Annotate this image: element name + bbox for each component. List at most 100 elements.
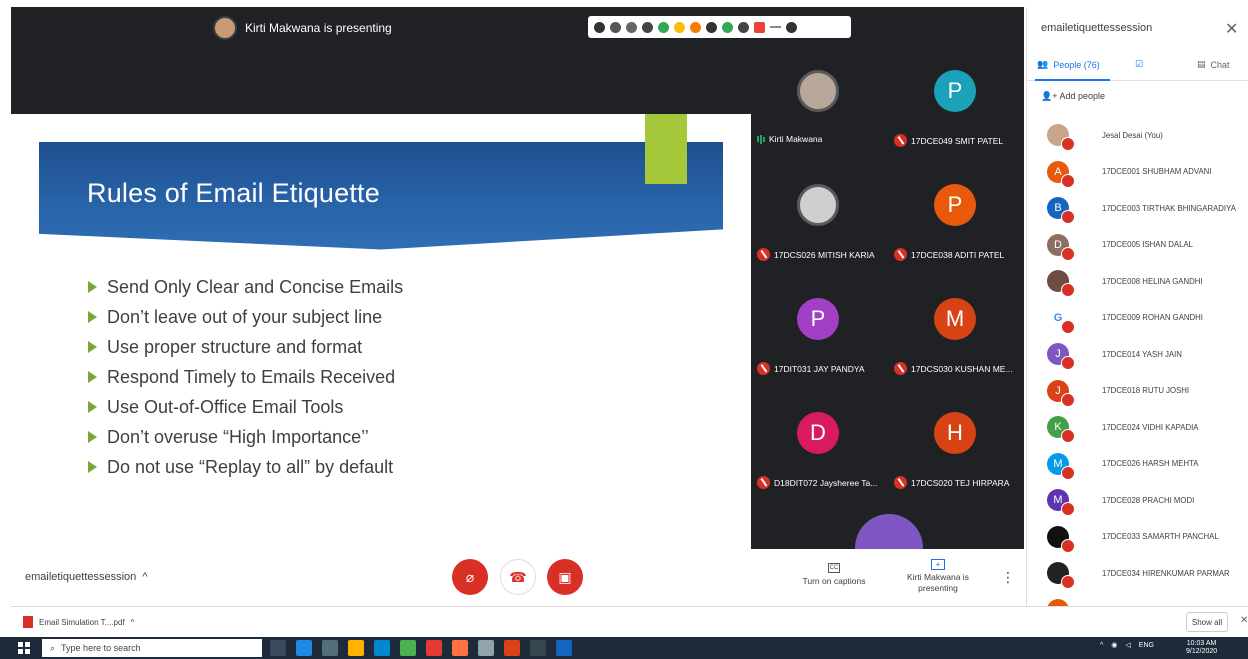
- taskbar-clock[interactable]: 10:03 AM 9/12/2020: [1186, 640, 1217, 656]
- captions-button[interactable]: CC Turn on captions: [799, 563, 869, 586]
- hand-icon[interactable]: [690, 21, 701, 33]
- participant-list-name: 17DCE005 ISHAN DALAL: [1102, 240, 1194, 250]
- windows-taskbar: ⌕ Type here to search ^ ◉ ◁ ENG 10:03 AM…: [0, 637, 1248, 659]
- chat-bubble-icon[interactable]: [722, 21, 733, 33]
- move-icon[interactable]: [786, 21, 797, 33]
- participant-tile-partial[interactable]: [855, 514, 923, 550]
- info-icon[interactable]: [594, 21, 605, 33]
- slide-title: Rules of Email Etiquette: [87, 178, 380, 208]
- people-panel: emailetiquettessession ✕ 👥 People (76) ☑…: [1026, 7, 1248, 626]
- camera-toggle-button[interactable]: ▣: [547, 559, 583, 595]
- word-icon[interactable]: [556, 640, 572, 656]
- forward-icon[interactable]: [754, 21, 765, 33]
- people-icon: 👥: [1037, 59, 1049, 69]
- participant-list-name: 17DCE003 TIRTHAK BHINGARADIYA: [1102, 203, 1236, 213]
- mic-muted-icon: [1061, 502, 1075, 516]
- task-view-icon[interactable]: [270, 640, 286, 656]
- mic-muted-icon: [1061, 319, 1075, 334]
- volume-icon[interactable]: [642, 21, 653, 33]
- mail-icon[interactable]: [374, 640, 390, 656]
- download-item[interactable]: Email Simulation T....pdf ^: [23, 616, 134, 628]
- minimize-icon[interactable]: [770, 26, 781, 28]
- network-icon[interactable]: ◉: [1111, 641, 1117, 649]
- present-screen-icon: +: [931, 559, 945, 570]
- edge-icon[interactable]: [296, 640, 312, 656]
- participant-list-item[interactable]: J 17DCE014 YASH JAIN: [1027, 336, 1248, 373]
- camera-off-icon: ▣: [558, 568, 572, 585]
- chevron-up-icon: ^: [139, 571, 148, 583]
- participant-list-item[interactable]: Jesal Desai (You): [1027, 117, 1248, 154]
- system-tray: ^ ◉ ◁ ENG: [1100, 641, 1154, 650]
- mic-toggle-button[interactable]: ⌀: [452, 559, 488, 595]
- participant-list-item[interactable]: A 17DCE001 SHUBHAM ADVANI: [1027, 154, 1248, 191]
- phone-hangup-icon: ☎: [509, 568, 527, 585]
- participant-name: 17DCE049 SMIT PATEL: [894, 134, 1003, 147]
- app-red-icon[interactable]: [426, 640, 442, 656]
- add-people-button[interactable]: 👤+ Add people: [1041, 91, 1105, 102]
- volume-icon[interactable]: ◁: [1125, 641, 1130, 649]
- participant-list-item[interactable]: K 17DCE024 VIDHI KAPADIA: [1027, 409, 1248, 446]
- presenting-button[interactable]: + Kirti Makwana is presenting: [903, 559, 973, 594]
- extension-toolbar[interactable]: [588, 16, 851, 38]
- participant-list-item[interactable]: J 17DCE018 RUTU JOSHI: [1027, 373, 1248, 410]
- taskbar-search-input[interactable]: ⌕ Type here to search: [42, 639, 262, 657]
- chrome-icon[interactable]: [400, 640, 416, 656]
- settings-icon[interactable]: [738, 21, 749, 33]
- bullet-item: Don’t leave out of your subject line: [88, 302, 403, 332]
- participant-tile[interactable]: Kirti Makwana: [751, 40, 887, 154]
- language-indicator[interactable]: ENG: [1139, 642, 1154, 649]
- extension-green-icon[interactable]: [658, 21, 669, 33]
- show-all-button[interactable]: Show all: [1186, 612, 1228, 632]
- tab-activities[interactable]: ☑: [1135, 59, 1143, 70]
- mic-off-icon: ⌀: [465, 568, 475, 585]
- participant-tile[interactable]: P 17DIT031 JAY PANDYA: [751, 268, 887, 382]
- tab-chat[interactable]: ▤ Chat: [1197, 59, 1230, 70]
- participant-tile[interactable]: H 17DCS020 TEJ HIRPARA: [888, 382, 1024, 496]
- close-shelf-icon[interactable]: ✕: [1240, 615, 1248, 626]
- powerpoint-icon[interactable]: [504, 640, 520, 656]
- participant-tile[interactable]: M 17DCS030 KUSHAN ME...: [888, 268, 1024, 382]
- participant-list-item[interactable]: 17DCE033 SAMARTH PANCHAL: [1027, 519, 1248, 556]
- checkbox-icon: ☑: [1135, 59, 1144, 69]
- tray-chevron-icon[interactable]: ^: [1100, 642, 1103, 649]
- speaking-icon: [757, 134, 765, 144]
- mic-muted-icon: [894, 134, 907, 147]
- meeting-details-toggle[interactable]: emailetiquettessession ^: [25, 571, 148, 583]
- file-explorer-icon[interactable]: [322, 640, 338, 656]
- firefox-icon[interactable]: [452, 640, 468, 656]
- app-dark-icon[interactable]: [530, 640, 546, 656]
- eye-icon[interactable]: [610, 21, 621, 33]
- participant-list-item[interactable]: M 17DCE028 PRACHI MODI: [1027, 482, 1248, 519]
- leave-call-button[interactable]: ☎: [500, 559, 536, 595]
- participant-list-item[interactable]: G 17DCE009 ROHAN GANDHI: [1027, 300, 1248, 337]
- share-icon[interactable]: [706, 21, 717, 33]
- participant-grid: Kirti Makwana P 17DCE049 SMIT PATEL 17DCS02…: [751, 40, 1024, 550]
- more-options-icon[interactable]: ⋮: [1001, 569, 1015, 586]
- participant-tile[interactable]: P 17DCE049 SMIT PATEL: [888, 40, 1024, 154]
- bullet-arrow-icon: [88, 431, 97, 443]
- participant-list-name: 17DCE009 ROHAN GANDHI: [1102, 313, 1203, 323]
- windows-start-icon[interactable]: [18, 642, 30, 654]
- participant-list-item[interactable]: B 17DCE003 TIRTHAK BHINGARADIYA: [1027, 190, 1248, 227]
- participant-list-item[interactable]: 17DCE008 HELINA GANDHI: [1027, 263, 1248, 300]
- taskbar-apps: [270, 640, 572, 656]
- bullet-item: Respond Timely to Emails Received: [88, 362, 403, 392]
- store-icon[interactable]: [348, 640, 364, 656]
- participant-tile[interactable]: P 17DCE038 ADITI PATEL: [888, 154, 1024, 268]
- participant-list-name: 17DCE001 SHUBHAM ADVANI: [1102, 167, 1212, 177]
- participant-tile[interactable]: D D18DIT072 Jaysheree Ta...: [751, 382, 887, 496]
- mic-muted-icon: [1061, 246, 1075, 261]
- participant-list-item[interactable]: M 17DCE026 HARSH MEHTA: [1027, 446, 1248, 483]
- emoji-icon[interactable]: [674, 21, 685, 33]
- participant-tile[interactable]: 17DCS026 MITISH KARIA: [751, 154, 887, 268]
- tab-people[interactable]: 👥 People (76): [1037, 59, 1100, 70]
- mic-muted-icon: [894, 248, 907, 261]
- chevron-up-icon[interactable]: ^: [131, 618, 135, 627]
- participant-list-name: 17DCE014 YASH JAIN: [1102, 349, 1182, 359]
- app-gray-icon[interactable]: [478, 640, 494, 656]
- close-icon[interactable]: ✕: [1225, 19, 1238, 39]
- participant-list-item[interactable]: D 17DCE005 ISHAN DALAL: [1027, 227, 1248, 264]
- participant-list-item[interactable]: 17DCE034 HIRENKUMAR PARMAR: [1027, 555, 1248, 592]
- alarm-icon[interactable]: [626, 21, 637, 33]
- participant-list-name: 17DCE024 VIDHI KAPADIA: [1102, 422, 1199, 432]
